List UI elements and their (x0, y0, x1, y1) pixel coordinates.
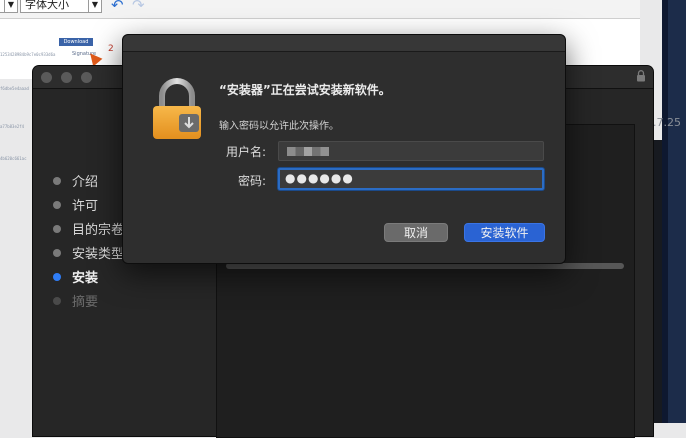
username-field[interactable] (278, 141, 544, 161)
hash-text: 1253428984b9c7e0c933d6a (0, 52, 56, 57)
minimize-button[interactable] (61, 72, 72, 83)
cancel-button[interactable]: 取消 (384, 223, 448, 242)
step-dot-icon (53, 249, 61, 257)
hash-text: a77b83e2f4 (0, 124, 25, 129)
step-label: 目的宗卷 (72, 223, 125, 238)
step-dot-icon (53, 225, 61, 233)
redo-icon[interactable]: ↷ (132, 0, 145, 14)
install-software-button[interactable]: 安装软件 (464, 223, 545, 242)
browser-toolbar: ▼ 字体大小 ▼ ↶ ↷ (0, 0, 640, 19)
lock-icon (637, 70, 645, 82)
zoom-button[interactable] (81, 72, 92, 83)
dialog-subtitle: 输入密码以允许此次操作。 (219, 121, 339, 132)
font-size-select-value: 字体大小 (25, 0, 69, 11)
font-size-select[interactable]: 字体大小 ▼ (20, 0, 102, 13)
step-label: 介绍 (72, 175, 99, 190)
download-button[interactable]: Download (59, 38, 93, 46)
desktop-edge (662, 0, 686, 423)
step-dot-icon (53, 201, 61, 209)
step-dot-icon (53, 297, 61, 305)
password-label: 密码: (237, 174, 266, 188)
undo-icon[interactable]: ↶ (111, 0, 124, 14)
step-label: 安装 (72, 271, 99, 286)
username-label: 用户名: (225, 145, 266, 159)
step-dot-icon (53, 177, 61, 185)
padlock-icon (153, 78, 201, 139)
redacted-username (287, 147, 329, 156)
authorization-dialog: “安装器”正在尝试安装新软件。 输入密码以允许此次操作。 用户名: 密码: ●●… (122, 34, 566, 264)
close-button[interactable] (41, 72, 52, 83)
step-label: 许可 (72, 199, 99, 214)
step-label: 安装类型 (72, 247, 125, 262)
password-field[interactable]: ●●●●●● (278, 168, 544, 190)
step-label: 摘要 (72, 295, 99, 310)
chevron-down-icon: ▼ (4, 0, 17, 12)
dialog-title: “安装器”正在尝试安装新软件。 (219, 83, 391, 97)
step-dot-icon (53, 273, 61, 281)
annotation-number: 2 (108, 44, 114, 54)
hash-text: 4b620c661ac (0, 156, 27, 161)
chevron-down-icon: ▼ (88, 0, 101, 12)
dialog-titlebar (123, 35, 565, 52)
font-family-select[interactable]: ▼ (0, 0, 18, 13)
version-text: .7.25 (653, 116, 681, 129)
hash-text: f6dbe5e4aaad (0, 86, 29, 91)
